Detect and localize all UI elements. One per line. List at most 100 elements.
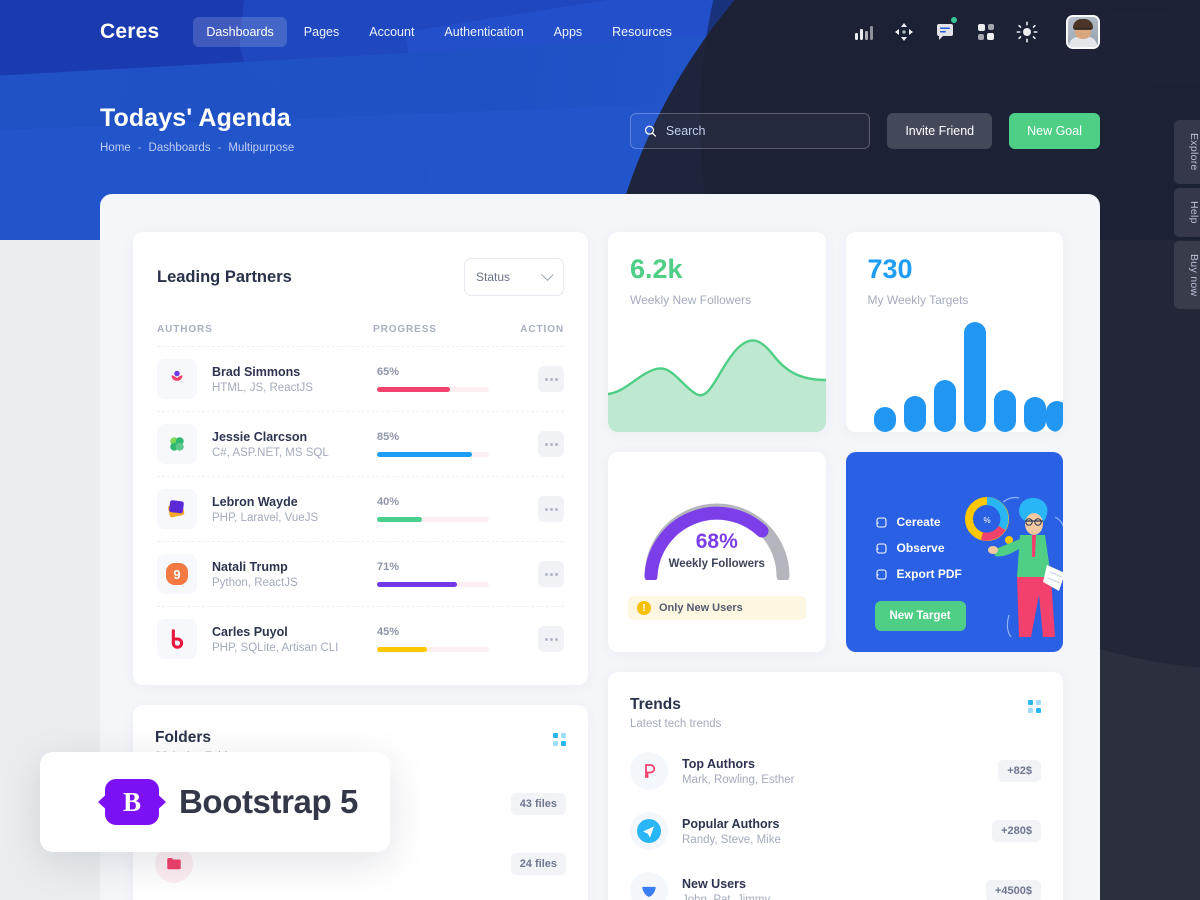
breadcrumb-item-multipurpose: Multipurpose <box>228 142 295 154</box>
bootstrap-badge-label: Bootstrap 5 <box>179 783 358 820</box>
progress-track <box>377 452 489 457</box>
brand-logo[interactable]: Ceres <box>100 20 159 44</box>
trend-name: Popular Authors <box>682 816 780 831</box>
row-menu-button[interactable] <box>538 496 564 522</box>
clover-icon <box>157 424 197 464</box>
leading-partners-header: Leading Partners Status <box>157 258 564 296</box>
author-name: Jessie Clarcson <box>212 429 308 444</box>
side-tab-help[interactable]: Help <box>1174 187 1200 237</box>
nav-item-apps[interactable]: Apps <box>541 17 596 47</box>
row-menu-button[interactable] <box>538 561 564 587</box>
new-target-promo-card: Cereate Observe Export PDF New Target % <box>845 452 1063 652</box>
progress-track <box>377 582 489 587</box>
nav-item-pages[interactable]: Pages <box>291 17 352 47</box>
author-info: Carles Puyol PHP, SQLite, Artisan CLI <box>212 625 377 654</box>
nav-item-dashboards[interactable]: Dashboards <box>193 17 287 47</box>
search-box[interactable] <box>630 113 871 149</box>
b-icon <box>157 619 197 659</box>
svg-text:%: % <box>983 516 990 525</box>
right-column: 6.2k Weekly New Followers 730 My Weekly … <box>608 232 1063 900</box>
row-menu-button[interactable] <box>538 626 564 652</box>
weekly-followers-gauge-card: 68% Weekly Followers ! Only New Users <box>608 452 826 652</box>
progress-percent: 40% <box>377 496 400 508</box>
folder-file-count: 24 files <box>510 853 566 875</box>
row-menu-button[interactable] <box>538 431 564 457</box>
trend-amount: +82$ <box>998 760 1041 782</box>
copy-icon <box>876 543 886 553</box>
bar-chart-icon[interactable] <box>852 21 874 43</box>
bootstrap-badge: B Bootstrap 5 <box>40 752 390 852</box>
list-item[interactable]: Top Authors Mark, Rowling, Esther +82$ <box>630 752 1041 790</box>
folders-menu-icon[interactable] <box>553 733 566 746</box>
nav-item-account[interactable]: Account <box>356 17 427 47</box>
weekly-targets-value: 730 <box>867 254 913 284</box>
progress-cell: 40% <box>377 496 527 522</box>
weekly-followers-label: Weekly New Followers <box>630 293 752 307</box>
author-name: Brad Simmons <box>212 364 301 379</box>
breadcrumb-separator: - <box>217 142 222 154</box>
list-item[interactable]: Popular Authors Randy, Steve, Mike +280$ <box>630 812 1041 850</box>
leading-partners-card: Leading Partners Status AUTHORS PROGRESS… <box>133 232 588 685</box>
status-select[interactable]: Status <box>464 258 564 296</box>
table-row[interactable]: 9 Natali Trump Python, ReactJS 71% <box>157 541 564 606</box>
invite-friend-button[interactable]: Invite Friend <box>887 113 993 149</box>
progress-percent: 71% <box>377 561 400 573</box>
nav-item-resources[interactable]: Resources <box>599 17 685 47</box>
leading-partners-title: Leading Partners <box>157 267 292 286</box>
side-tab-explore[interactable]: Explore <box>1174 120 1200 184</box>
progress-cell: 65% <box>377 366 527 392</box>
grid-icon[interactable] <box>975 21 997 43</box>
progress-percent: 85% <box>377 431 400 443</box>
nav-links: Dashboards Pages Account Authentication … <box>193 17 685 47</box>
column-header-authors: AUTHORS <box>157 324 213 335</box>
copy-icon <box>876 569 886 579</box>
trends-title: Trends <box>630 696 681 713</box>
hero-text-block: Todays' Agenda Home - Dashboards - Multi… <box>100 104 294 154</box>
chat-unread-badge <box>951 17 957 23</box>
progress-cell: 71% <box>377 561 527 587</box>
vimeo-icon <box>630 872 668 900</box>
row-menu-button[interactable] <box>538 366 564 392</box>
stat-card-row: 6.2k Weekly New Followers 730 My Weekly … <box>608 232 1063 432</box>
progress-cell: 45% <box>377 626 527 652</box>
status-select-value: Status <box>476 270 511 284</box>
author-name: Natali Trump <box>212 559 288 574</box>
table-row[interactable]: Brad Simmons HTML, JS, ReactJS 65% <box>157 346 564 411</box>
app-root: Ceres Dashboards Pages Account Authentic… <box>0 0 1200 900</box>
breadcrumb-item-dashboards[interactable]: Dashboards <box>149 142 211 154</box>
stat-card-row-2: 68% Weekly Followers ! Only New Users Ce… <box>608 452 1063 652</box>
author-tech: PHP, SQLite, Artisan CLI <box>212 641 339 654</box>
row-action <box>527 366 564 392</box>
trend-desc: John, Pat, Jimmy <box>682 893 771 900</box>
targets-bar-chart <box>873 322 1063 432</box>
trend-desc: Mark, Rowling, Esther <box>682 773 795 786</box>
four-dots-icon[interactable] <box>893 21 915 43</box>
side-tab-buy-now[interactable]: Buy now <box>1174 240 1200 309</box>
nav-item-authentication[interactable]: Authentication <box>431 17 536 47</box>
avatar[interactable] <box>1066 15 1100 49</box>
progress-fill <box>377 647 427 652</box>
table-row[interactable]: Jessie Clarcson C#, ASP.NET, MS SQL 85% <box>157 411 564 476</box>
folder-file-count: 43 files <box>510 793 566 815</box>
gauge-alert: ! Only New Users <box>628 596 806 620</box>
author-name: Carles Puyol <box>212 624 288 639</box>
chat-icon[interactable] <box>934 17 957 43</box>
table-row[interactable]: Lebron Wayde PHP, Laravel, VueJS 40% <box>157 476 564 541</box>
progress-percent: 65% <box>377 366 400 378</box>
trend-desc: Randy, Steve, Mike <box>682 833 781 846</box>
search-input[interactable] <box>665 124 857 138</box>
author-tech: HTML, JS, ReactJS <box>212 381 313 394</box>
trends-menu-icon[interactable] <box>1028 700 1041 713</box>
copy-icon <box>876 517 886 527</box>
new-goal-button[interactable]: New Goal <box>1009 113 1100 149</box>
leading-partners-column-headers: AUTHORS PROGRESS ACTION <box>157 324 564 346</box>
list-item[interactable]: New Users John, Pat, Jimmy +4500$ <box>630 872 1041 900</box>
bootstrap-logo-icon: B <box>98 779 166 825</box>
progress-fill <box>377 582 457 587</box>
tulip-icon <box>157 359 197 399</box>
table-row[interactable]: Carles Puyol PHP, SQLite, Artisan CLI 45… <box>157 606 564 671</box>
breadcrumb-item-home[interactable]: Home <box>100 142 131 154</box>
progress-track <box>377 387 489 392</box>
weekly-followers-value: 6.2k <box>630 254 683 284</box>
sun-icon[interactable] <box>1016 21 1038 43</box>
